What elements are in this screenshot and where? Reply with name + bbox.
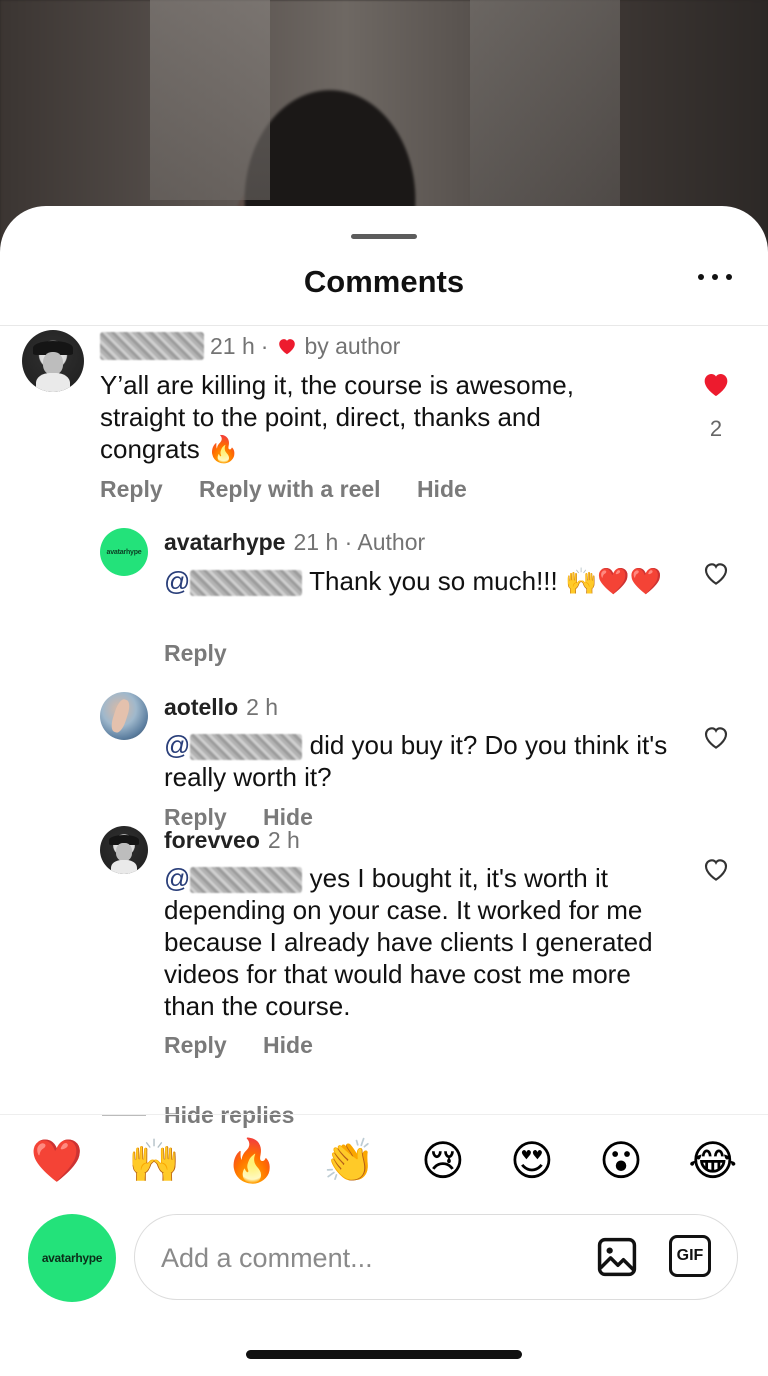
gif-icon[interactable]: GIF (669, 1235, 711, 1277)
like-heart-outline-icon[interactable] (700, 722, 734, 754)
comment-text: Thank you so much!!! 🙌❤️❤️ (309, 566, 663, 596)
comment-meta: avatarhype 21 h · Author (164, 526, 425, 558)
background-window (150, 0, 270, 200)
comment-time: 2 h (267, 826, 300, 853)
comment-input[interactable] (159, 1233, 563, 1283)
reply-button[interactable]: Reply (164, 640, 227, 666)
background-door (470, 0, 620, 210)
avatar[interactable] (22, 330, 84, 392)
comment-time: 2 h (246, 693, 279, 720)
comment-time: 21 h · Author (293, 528, 426, 555)
comment-text: Y’all are killing it, the course is awes… (100, 370, 574, 464)
liked-by-author-label: by author (304, 332, 401, 359)
like-heart-outline-icon[interactable] (700, 854, 734, 886)
blurred-mention[interactable] (190, 734, 303, 761)
avatar[interactable] (100, 692, 148, 740)
more-options-icon[interactable] (698, 272, 732, 282)
comment-body: @ yes I bought it, it's worth it dependi… (164, 862, 664, 1022)
surprised-face-emoji-icon[interactable]: 😮 (599, 1131, 643, 1191)
hide-replies-button[interactable]: Hide replies (102, 1102, 294, 1129)
avatar-brand-mark: avatarhype (106, 548, 142, 556)
emoji-bar-divider (0, 1114, 768, 1115)
comment-actions: Reply Hide (164, 1032, 343, 1059)
heart-icon (276, 335, 298, 357)
mention-at[interactable]: @ (164, 730, 190, 760)
home-indicator (246, 1350, 522, 1359)
reply-button[interactable]: Reply (100, 476, 163, 502)
like-heart-outline-icon[interactable] (700, 558, 734, 590)
hide-button[interactable]: Hide (417, 476, 467, 502)
reply-with-reel-button[interactable]: Reply with a reel (199, 476, 381, 502)
composer-avatar-label: avatarhype (41, 1251, 103, 1265)
raising-hands-emoji-icon[interactable]: 🙌 (128, 1131, 180, 1191)
username[interactable]: forevveo (164, 827, 260, 854)
mention-at[interactable]: @ (164, 863, 190, 893)
blurred-username[interactable] (100, 332, 204, 360)
sheet-title: Comments (303, 264, 465, 299)
blurred-mention[interactable] (190, 570, 303, 597)
image-icon[interactable] (595, 1235, 639, 1279)
blurred-mention[interactable] (190, 867, 303, 894)
mention-at[interactable]: @ (164, 566, 190, 596)
comment-actions: Reply (164, 640, 257, 667)
comment-composer: GIF (134, 1214, 738, 1300)
thread-line (102, 1115, 146, 1116)
comments-sheet: Comments 21 h · by author Y’all are kill… (0, 206, 768, 1376)
tears-of-joy-emoji-icon[interactable]: 😂 (688, 1131, 737, 1191)
meta-separator: · (260, 332, 269, 359)
comment-body: @ did you buy it? Do you think it's real… (164, 729, 674, 793)
comment-body: @ Thank you so much!!! 🙌❤️❤️ (164, 565, 664, 597)
heart-eyes-emoji-icon[interactable]: 😍 (510, 1131, 554, 1191)
comment-actions: Reply Reply with a reel Hide (100, 476, 497, 503)
comment-meta: 21 h · by author (100, 330, 400, 362)
comment-time: 21 h (210, 332, 255, 359)
fire-emoji-icon[interactable]: 🔥 (226, 1131, 278, 1191)
like-count: 2 (709, 416, 723, 441)
composer-avatar[interactable]: avatarhype (28, 1214, 116, 1302)
username[interactable]: aotello (164, 694, 238, 721)
crying-face-emoji-icon[interactable]: 😢 (421, 1131, 465, 1191)
like-heart-filled-icon[interactable] (699, 368, 733, 400)
avatar[interactable]: avatarhype (100, 528, 148, 576)
red-heart-emoji-icon[interactable]: ❤️ (31, 1131, 83, 1191)
hide-replies-label: Hide replies (164, 1102, 295, 1128)
avatar[interactable] (100, 826, 148, 874)
sheet-grabber[interactable] (351, 234, 417, 239)
header-divider (0, 325, 768, 326)
hide-button[interactable]: Hide (263, 1032, 313, 1058)
username[interactable]: avatarhype (164, 529, 285, 556)
quick-reaction-bar: ❤️ 🙌 🔥 👏 😢 😍 😮 😂 (0, 1131, 768, 1191)
comment-meta: forevveo 2 h (164, 824, 300, 856)
clapping-hands-emoji-icon[interactable]: 👏 (323, 1131, 375, 1191)
reply-button[interactable]: Reply (164, 1032, 227, 1058)
comment-meta: aotello 2 h (164, 691, 278, 723)
